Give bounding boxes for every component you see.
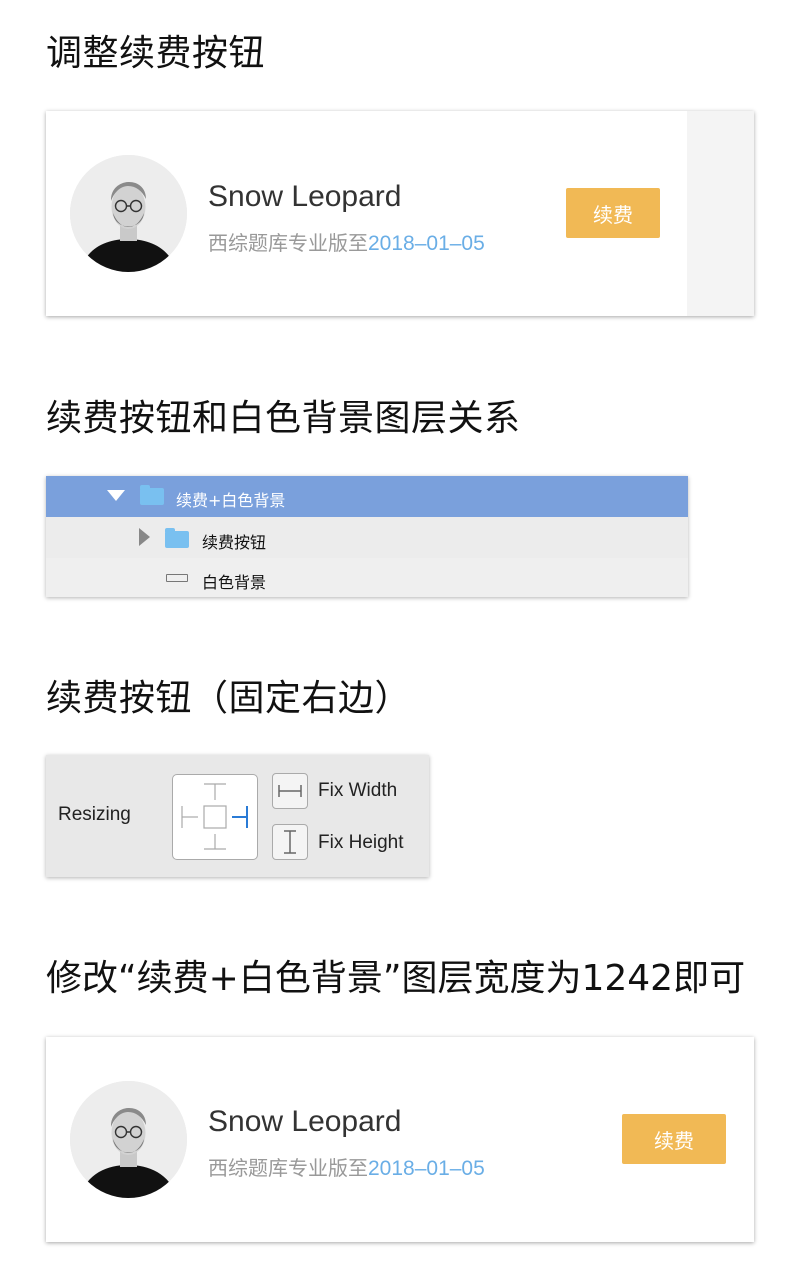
pin-control[interactable] xyxy=(172,774,258,860)
layer-label: 续费按钮 xyxy=(202,533,267,552)
subscription-info: 西综题库专业版至2018–01–05 xyxy=(208,1152,485,1181)
layers-panel: 续费+白色背景 续费按钮 白色背景 xyxy=(46,476,688,597)
avatar xyxy=(70,1081,187,1198)
disclosure-expanded-icon[interactable] xyxy=(107,490,125,502)
section-heading-layer-relation: 续费按钮和白色背景图层关系 xyxy=(46,398,521,439)
profile-card-before: Snow Leopard 西综题库专业版至2018–01–05 续费 xyxy=(46,111,754,316)
renew-button[interactable]: 续费 xyxy=(622,1114,726,1164)
subscription-prefix: 西综题库专业版至 xyxy=(208,1156,368,1180)
expiry-date: 2018–01–05 xyxy=(368,232,485,255)
layer-label: 续费+白色背景 xyxy=(176,491,286,510)
layer-row-renew-with-bg[interactable]: 续费+白色背景 xyxy=(46,476,688,517)
section-heading-pin-right: 续费按钮（固定右边） xyxy=(46,678,412,719)
layer-label: 白色背景 xyxy=(202,573,267,592)
subscription-prefix: 西综题库专业版至 xyxy=(208,231,368,255)
folder-icon xyxy=(165,528,189,548)
fix-height-toggle[interactable] xyxy=(272,824,308,860)
layer-row-white-bg[interactable]: 白色背景 xyxy=(46,558,688,597)
expiry-date: 2018–01–05 xyxy=(368,1157,485,1180)
subscription-info: 西综题库专业版至2018–01–05 xyxy=(208,227,485,256)
folder-icon xyxy=(140,485,164,505)
fix-width-icon xyxy=(278,785,302,797)
profile-card-after: Snow Leopard 西综题库专业版至2018–01–05 续费 xyxy=(46,1037,754,1242)
pin-diagram-icon xyxy=(181,783,248,850)
fix-width-toggle[interactable] xyxy=(272,773,308,809)
section-heading-adjust-button: 调整续费按钮 xyxy=(46,33,266,74)
fix-width-label: Fix Width xyxy=(318,780,398,801)
fix-height-icon xyxy=(284,830,296,854)
resizing-label: Resizing xyxy=(58,804,131,825)
avatar xyxy=(70,155,187,272)
user-name: Snow Leopard xyxy=(208,1105,402,1138)
resizing-panel: Resizing Fix Width Fix Height xyxy=(46,755,429,877)
section-heading-set-width: 修改“续费+白色背景”图层宽度为1242即可 xyxy=(46,958,746,999)
user-name: Snow Leopard xyxy=(208,180,402,213)
renew-button[interactable]: 续费 xyxy=(566,188,660,238)
disclosure-collapsed-icon[interactable] xyxy=(139,528,150,546)
fix-height-label: Fix Height xyxy=(318,832,404,853)
rectangle-icon xyxy=(166,574,188,582)
overflow-area xyxy=(687,111,754,316)
layer-row-renew-button[interactable]: 续费按钮 xyxy=(46,517,688,558)
